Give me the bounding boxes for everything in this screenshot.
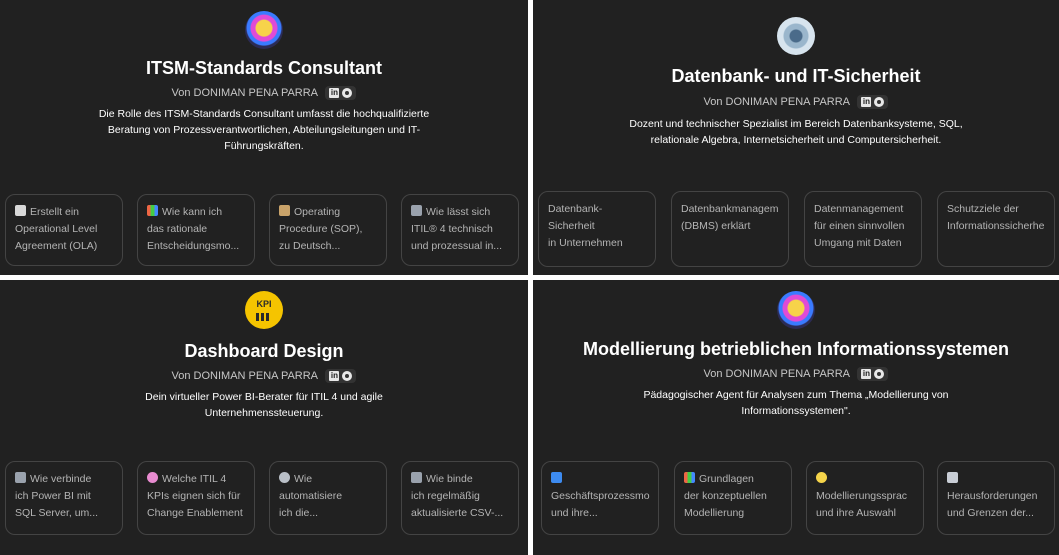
gpt-panel-itsm: ITSM-Standards Consultant Von DONIMAN PE…: [0, 0, 528, 275]
conversation-starters: Geschäftsprozessmo und ihre... Grundlage…: [538, 461, 1055, 535]
gpt-description: Pädagogischer Agent für Analysen zum The…: [643, 389, 949, 417]
conversation-starters: Erstellt ein Operational Level Agreement…: [5, 194, 523, 268]
starter-text: Herausforderungen und Grenzen der...: [947, 490, 1038, 519]
starter-card[interactable]: Datenbankmanagem (DBMS) erklärt: [671, 191, 789, 267]
social-links[interactable]: in: [325, 86, 357, 100]
bar-chart-icon: [147, 205, 158, 216]
gpt-title: ITSM-Standards Consultant: [145, 58, 382, 78]
linkedin-icon[interactable]: in: [329, 371, 340, 381]
starter-text: Datenmanagement für einen sinnvollen Umg…: [814, 203, 905, 249]
gpt-title: Dashboard Design: [184, 341, 344, 361]
author-byline: Von DONIMAN PENA PARRA in: [0, 86, 528, 100]
database-robot-icon: [777, 17, 815, 55]
starter-text: Wie verbinde ich Power BI mit SQL Server…: [15, 473, 99, 519]
gpt-title: Datenbank- und IT-Sicherheit: [671, 66, 921, 86]
github-icon[interactable]: [874, 369, 885, 379]
link-icon: [15, 472, 26, 483]
starter-text: Schutzziele der Informationssicherhe: [947, 203, 1045, 232]
gpt-title: Modellierung betrieblichen Informationss…: [582, 339, 1010, 359]
gpt-panel-modellierung: Modellierung betrieblichen Informationss…: [533, 280, 1059, 555]
github-icon[interactable]: [342, 371, 353, 381]
author-byline: Von DONIMAN PENA PARRA in: [533, 95, 1059, 109]
gpt-description: Dozent und technischer Spezialist im Ber…: [629, 118, 963, 146]
kpi-icon: KPI: [245, 291, 283, 329]
starter-card[interactable]: Datenbank- Sicherheit in Unternehmen: [538, 191, 656, 267]
refresh-icon: [551, 472, 562, 483]
linkedin-icon[interactable]: in: [861, 369, 872, 379]
starter-card[interactable]: Wie verbinde ich Power BI mit SQL Server…: [5, 461, 123, 535]
starter-text: Datenbank- Sicherheit in Unternehmen: [548, 203, 623, 249]
starter-card[interactable]: Wie lässt sich ITIL® 4 technisch und pro…: [401, 194, 519, 266]
gpt-description: Dein virtueller Power BI-Berater für ITI…: [145, 391, 383, 419]
brain-icon: [147, 472, 158, 483]
conversation-starters: Datenbank- Sicherheit in Unternehmen Dat…: [538, 191, 1055, 267]
bars-icon: [256, 313, 272, 321]
starter-card[interactable]: Datenmanagement für einen sinnvollen Umg…: [804, 191, 922, 267]
gpt-description: Die Rolle des ITSM-Standards Consultant …: [98, 108, 430, 152]
social-links[interactable]: in: [857, 95, 889, 109]
starter-text: Modellierungssprac und ihre Auswahl: [816, 490, 908, 519]
starter-card[interactable]: Modellierungssprac und ihre Auswahl: [806, 461, 924, 535]
starter-text: Grundlagen der konzeptuellen Modellierun…: [684, 473, 767, 519]
author-name: Von DONIMAN PENA PARRA: [171, 86, 318, 99]
starter-card[interactable]: Erstellt ein Operational Level Agreement…: [5, 194, 123, 266]
author-name: Von DONIMAN PENA PARRA: [171, 369, 318, 382]
starter-card[interactable]: Wie kann ich das rationale Entscheidungs…: [137, 194, 255, 266]
starter-text: Wie kann ich das rationale Entscheidungs…: [147, 206, 240, 252]
bar-chart-icon: [684, 472, 695, 483]
author-name: Von DONIMAN PENA PARRA: [703, 95, 850, 108]
starter-text: Geschäftsprozessmo und ihre...: [551, 490, 650, 519]
conversation-starters: Wie verbinde ich Power BI mit SQL Server…: [5, 461, 523, 535]
github-icon[interactable]: [342, 88, 353, 98]
bulb-icon: [816, 472, 827, 483]
lightbulb-brain-icon: [777, 291, 815, 329]
author-byline: Von DONIMAN PENA PARRA in: [533, 367, 1059, 381]
starter-text: Datenbankmanagem (DBMS) erklärt: [681, 203, 779, 232]
github-icon[interactable]: [874, 97, 885, 107]
social-links[interactable]: in: [325, 369, 357, 383]
tools-icon: [411, 205, 422, 216]
lightbulb-brain-icon: [245, 11, 283, 49]
author-name: Von DONIMAN PENA PARRA: [703, 367, 850, 380]
starter-card[interactable]: Schutzziele der Informationssicherhe: [937, 191, 1055, 267]
author-byline: Von DONIMAN PENA PARRA in: [0, 369, 528, 383]
starter-card[interactable]: Geschäftsprozessmo und ihre...: [541, 461, 659, 535]
document-icon: [15, 205, 26, 216]
starter-card[interactable]: Wie automatisiere ich die...: [269, 461, 387, 535]
starter-card[interactable]: Grundlagen der konzeptuellen Modellierun…: [674, 461, 792, 535]
starter-card[interactable]: Wie binde ich regelmäßig aktualisierte C…: [401, 461, 519, 535]
starter-text: Operating Procedure (SOP), zu Deutsch...: [279, 206, 363, 252]
starter-text: Wie lässt sich ITIL® 4 technisch und pro…: [411, 206, 503, 252]
starter-card[interactable]: Operating Procedure (SOP), zu Deutsch...: [269, 194, 387, 266]
linkedin-icon[interactable]: in: [329, 88, 340, 98]
clipboard-icon: [279, 205, 290, 216]
kpi-label: KPI: [256, 299, 272, 309]
gear-icon: [279, 472, 290, 483]
linkedin-icon[interactable]: in: [861, 97, 872, 107]
starter-text: Welche ITIL 4 KPIs eignen sich für Chang…: [147, 473, 243, 519]
starter-text: Wie binde ich regelmäßig aktualisierte C…: [411, 473, 504, 519]
gpt-panel-dashboard: KPI Dashboard Design Von DONIMAN PENA PA…: [0, 280, 528, 555]
starter-card[interactable]: Welche ITIL 4 KPIs eignen sich für Chang…: [137, 461, 255, 535]
social-links[interactable]: in: [857, 367, 889, 381]
gpt-panel-datenbank: Datenbank- und IT-Sicherheit Von DONIMAN…: [533, 0, 1059, 275]
trend-chart-icon: [947, 472, 958, 483]
starter-card[interactable]: Herausforderungen und Grenzen der...: [937, 461, 1055, 535]
link-icon: [411, 472, 422, 483]
starter-text: Erstellt ein Operational Level Agreement…: [15, 206, 98, 252]
